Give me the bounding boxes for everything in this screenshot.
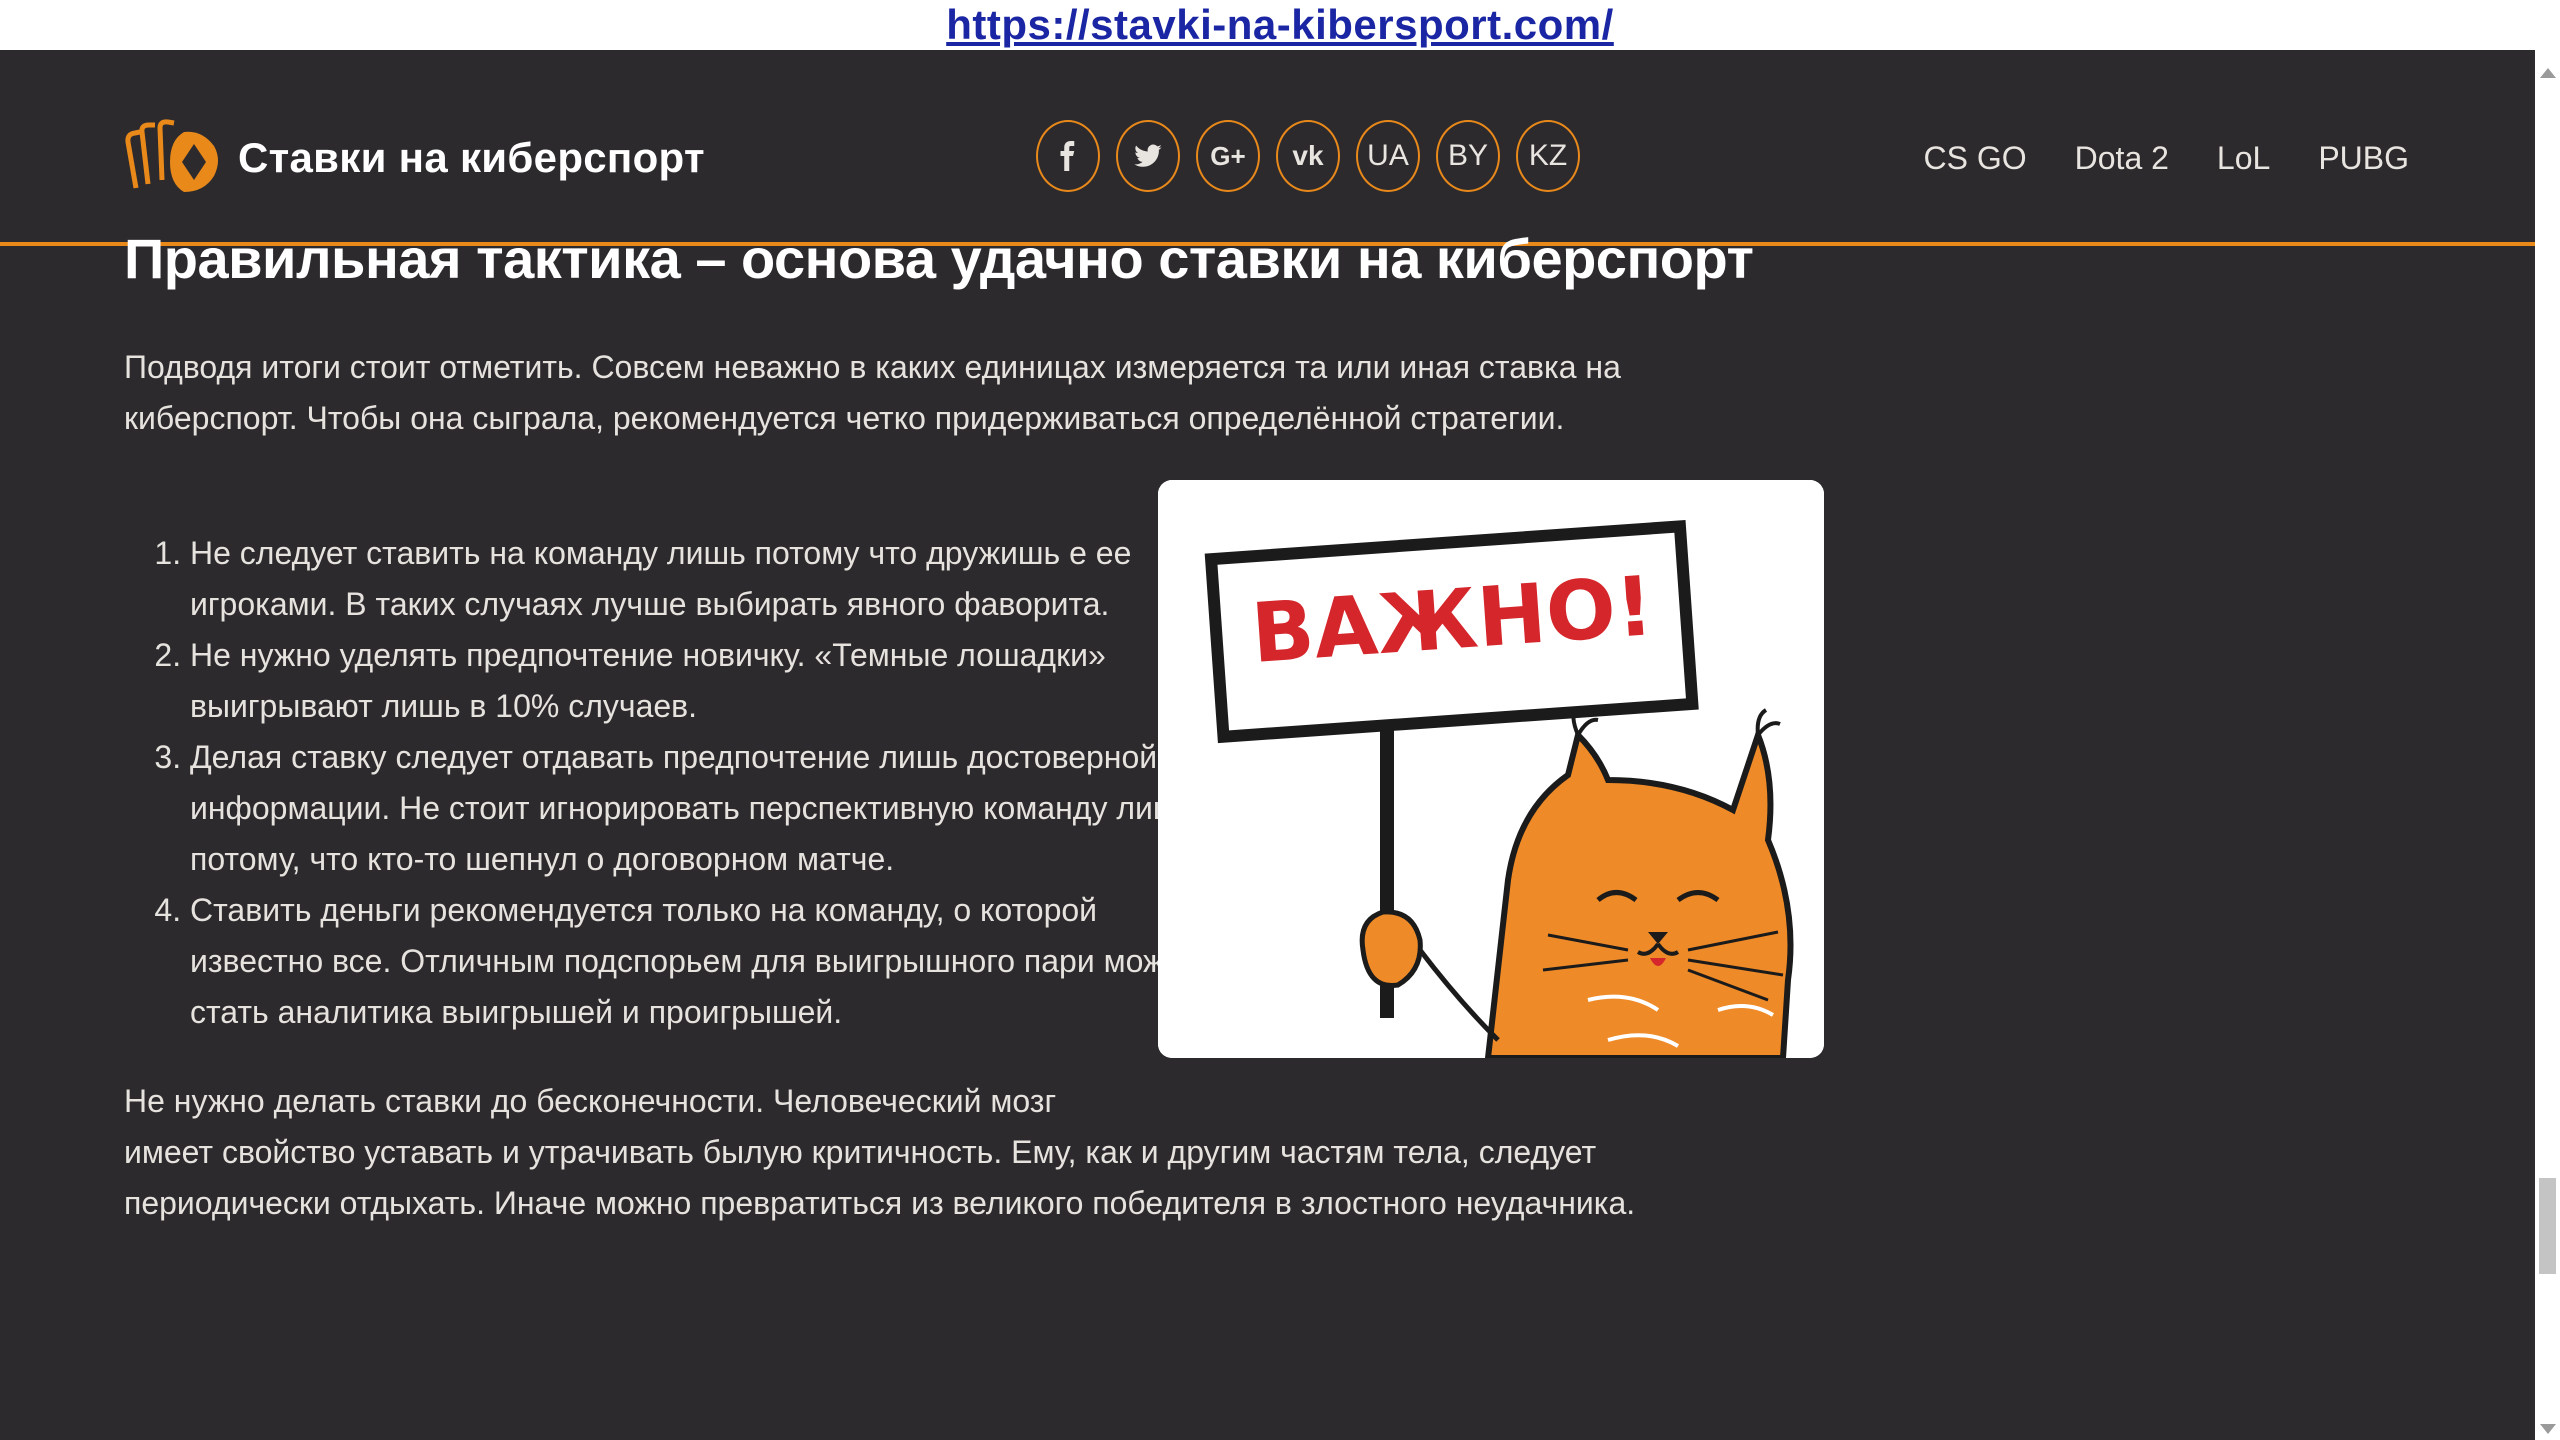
scroll-thumb[interactable] [2539, 1178, 2556, 1274]
by-button[interactable]: BY [1436, 120, 1500, 192]
vertical-scrollbar[interactable] [2535, 50, 2560, 1440]
vk-button[interactable]: vk [1276, 120, 1340, 192]
google-plus-button[interactable]: G+ [1196, 120, 1260, 192]
list-item: Не следует ставить на команду лишь потом… [190, 528, 1230, 630]
social-links: G+ vk UA BY KZ [1036, 120, 1580, 192]
site-logo-text: Ставки на киберспорт [238, 134, 705, 181]
kz-button[interactable]: KZ [1516, 120, 1580, 192]
tips-list: Не следует ставить на команду лишь потом… [124, 528, 1230, 1038]
site-logo[interactable]: Ставки на киберспорт [122, 118, 705, 198]
important-cat-image: ВАЖНО! [1158, 480, 1824, 1058]
scroll-up-arrow-icon[interactable] [2540, 68, 2556, 78]
outro-line: периодически отдыхать. Иначе можно превр… [124, 1185, 1636, 1221]
list-item: Делая ставку следует отдавать предпочтен… [190, 732, 1230, 885]
scroll-down-arrow-icon[interactable] [2540, 1424, 2556, 1434]
article-intro: Подводя итоги стоит отметить. Совсем нев… [124, 349, 1621, 436]
main-nav: CS GO Dota 2 LoL PUBG [1924, 140, 2409, 177]
outro-line: Не нужно делать ставки до бесконечности.… [124, 1083, 1057, 1119]
facebook-icon [1060, 141, 1075, 171]
list-item: Не нужно уделять предпочтение новичку. «… [190, 630, 1230, 732]
by-label: BY [1447, 139, 1489, 172]
cat-sign-illustration: ВАЖНО! [1158, 480, 1824, 1058]
article-content: Правильная тактика – основа удачно ставк… [124, 226, 1824, 291]
site-header: Ставки на киберспорт G+ vk UA BY KZ CS G… [0, 78, 2535, 246]
google-plus-icon: G+ [1210, 140, 1246, 171]
nav-item-pubg[interactable]: PUBG [2318, 140, 2409, 177]
article-title: Правильная тактика – основа удачно ставк… [124, 227, 1754, 290]
page: Ставки на киберспорт G+ vk UA BY KZ CS G… [0, 50, 2535, 1440]
kz-label: KZ [1528, 139, 1568, 172]
facebook-button[interactable] [1036, 120, 1100, 192]
site-url-link[interactable]: https://stavki-na-kibersport.com/ [946, 1, 1614, 49]
nav-item-lol[interactable]: LoL [2217, 140, 2270, 177]
outro-line: имеет свойство уставать и утрачивать был… [124, 1134, 1597, 1170]
vk-icon: vk [1292, 140, 1324, 171]
article-outro: Не нужно делать ставки до бесконечности.… [124, 1076, 1824, 1229]
cards-logo-icon [125, 119, 218, 192]
url-banner: https://stavki-na-kibersport.com/ [0, 0, 2560, 50]
ua-button[interactable]: UA [1356, 120, 1420, 192]
list-item: Ставить деньги рекомендуется только на к… [190, 885, 1230, 1038]
nav-item-csgo[interactable]: CS GO [1924, 140, 2027, 177]
twitter-button[interactable] [1116, 120, 1180, 192]
twitter-icon [1134, 144, 1162, 167]
nav-item-dota2[interactable]: Dota 2 [2075, 140, 2169, 177]
ua-label: UA [1367, 139, 1409, 172]
